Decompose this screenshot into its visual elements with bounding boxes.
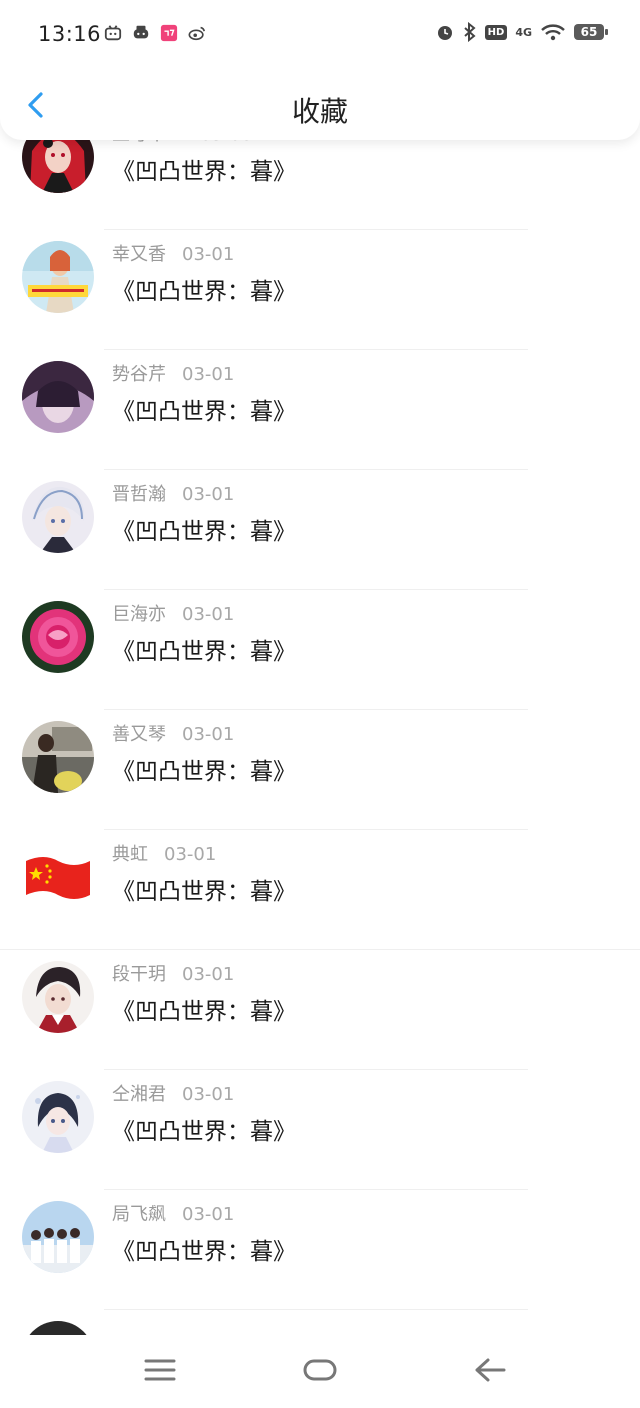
back-arrow-icon[interactable] bbox=[472, 1355, 508, 1385]
user-name: 幸又香 bbox=[112, 244, 166, 265]
avatar bbox=[22, 361, 94, 433]
item-date: 03-01 bbox=[182, 244, 235, 265]
item-meta: 段干玥 03-01 bbox=[112, 960, 234, 986]
book-title: 《凹凸世界：暮》 bbox=[112, 639, 296, 665]
avatar bbox=[22, 961, 94, 1033]
bilibili-icon bbox=[104, 25, 122, 41]
list-item[interactable]: 段干玥 03-01 《凹凸世界：暮》 bbox=[0, 950, 640, 1070]
user-name: 巨海亦 bbox=[112, 604, 166, 625]
item-date: 03-01 bbox=[182, 484, 235, 505]
item-meta: 仝湘君 03-01 bbox=[112, 1080, 234, 1106]
favorites-list: 五号十二03-08 《凹凸世界：暮》 幸又香 03-01 《凹凸世界：暮》 bbox=[0, 130, 640, 1335]
avatar bbox=[22, 1201, 94, 1273]
list-item[interactable]: 仝湘君 03-01 《凹凸世界：暮》 bbox=[0, 1070, 640, 1190]
avatar bbox=[22, 481, 94, 553]
list-item[interactable]: 巨海亦 03-01 《凹凸世界：暮》 bbox=[0, 590, 640, 710]
page-title: 收藏 bbox=[291, 95, 348, 128]
menu-icon[interactable] bbox=[142, 1355, 178, 1385]
list-item[interactable]: 局飞飙 03-01 《凹凸世界：暮》 bbox=[0, 1190, 640, 1310]
bluetooth-icon bbox=[463, 22, 476, 42]
book-title: 《凹凸世界：暮》 bbox=[112, 399, 296, 425]
item-meta: 势谷芹 03-01 bbox=[112, 360, 234, 386]
book-title: 《凹凸世界：暮》 bbox=[112, 519, 296, 545]
status-bar: 13:16 HD 4G 65 bbox=[0, 0, 640, 70]
item-date: 03-01 bbox=[182, 1204, 235, 1225]
book-title: 《凹凸世界：暮》 bbox=[112, 279, 296, 305]
battery-indicator: 65 bbox=[574, 24, 608, 40]
user-name: 善又琴 bbox=[112, 724, 166, 745]
item-date: 03-01 bbox=[182, 724, 235, 745]
pink-app-icon bbox=[160, 24, 178, 42]
status-app-icons bbox=[104, 24, 206, 42]
avatar bbox=[22, 1081, 94, 1153]
item-meta: 晋哲瀚 03-01 bbox=[112, 480, 234, 506]
avatar bbox=[22, 601, 94, 673]
list-item[interactable]: 五号十二03-08 《凹凸世界：暮》 bbox=[0, 130, 640, 230]
list-item[interactable]: 幸又香 03-01 《凹凸世界：暮》 bbox=[0, 230, 640, 350]
item-meta: 典虹 03-01 bbox=[112, 840, 216, 866]
list-item[interactable]: 善又琴 03-01 《凹凸世界：暮》 bbox=[0, 710, 640, 830]
item-meta: 幸又香 03-01 bbox=[112, 240, 234, 266]
weibo-icon bbox=[188, 26, 205, 41]
book-title: 《凹凸世界：暮》 bbox=[112, 159, 296, 185]
book-title: 《凹凸世界：暮》 bbox=[112, 1239, 296, 1265]
item-date: 03-01 bbox=[182, 364, 235, 385]
user-name: 仝湘君 bbox=[112, 1084, 166, 1105]
user-name: 典虹 bbox=[112, 844, 148, 865]
hd-icon: HD bbox=[484, 24, 508, 40]
list-item[interactable]: 晋哲瀚 03-01 《凹凸世界：暮》 bbox=[0, 470, 640, 590]
avatar bbox=[22, 1321, 94, 1335]
list-item[interactable]: 势谷芹 03-01 《凹凸世界：暮》 bbox=[0, 350, 640, 470]
avatar bbox=[26, 857, 90, 899]
item-date: 03-01 bbox=[182, 604, 235, 625]
user-name: 势谷芹 bbox=[112, 364, 166, 385]
item-date: 03-01 bbox=[182, 1084, 235, 1105]
avatar bbox=[22, 721, 94, 793]
avatar bbox=[22, 241, 94, 313]
header-card: 13:16 HD 4G 65 收藏 bbox=[0, 0, 640, 140]
list-item-partial[interactable] bbox=[0, 1310, 640, 1335]
item-meta: 善又琴 03-01 bbox=[112, 720, 234, 746]
book-title: 《凹凸世界：暮》 bbox=[112, 759, 296, 785]
wifi-icon bbox=[541, 24, 565, 41]
user-name: 晋哲瀚 bbox=[112, 484, 166, 505]
item-meta: 巨海亦 03-01 bbox=[112, 600, 234, 626]
network-4g-icon: 4G bbox=[515, 25, 532, 39]
book-title: 《凹凸世界：暮》 bbox=[112, 879, 296, 905]
book-title: 《凹凸世界：暮》 bbox=[112, 1119, 296, 1145]
user-name: 局飞飙 bbox=[112, 1204, 166, 1225]
item-date: 03-01 bbox=[164, 844, 217, 865]
alarm-icon bbox=[437, 26, 452, 40]
item-meta: 局飞飙 03-01 bbox=[112, 1200, 234, 1226]
game-controller-icon bbox=[133, 25, 149, 39]
home-icon[interactable] bbox=[302, 1355, 338, 1385]
system-nav-bar bbox=[0, 1335, 640, 1408]
user-name: 段干玥 bbox=[112, 964, 166, 985]
book-title: 《凹凸世界：暮》 bbox=[112, 999, 296, 1025]
item-date: 03-01 bbox=[182, 964, 235, 985]
nav-bar: 收藏 bbox=[0, 70, 640, 140]
list-item[interactable]: 典虹 03-01 《凹凸世界：暮》 bbox=[0, 830, 640, 950]
status-right-icons: HD 4G 65 bbox=[435, 22, 608, 42]
status-time: 13:16 bbox=[38, 22, 102, 46]
